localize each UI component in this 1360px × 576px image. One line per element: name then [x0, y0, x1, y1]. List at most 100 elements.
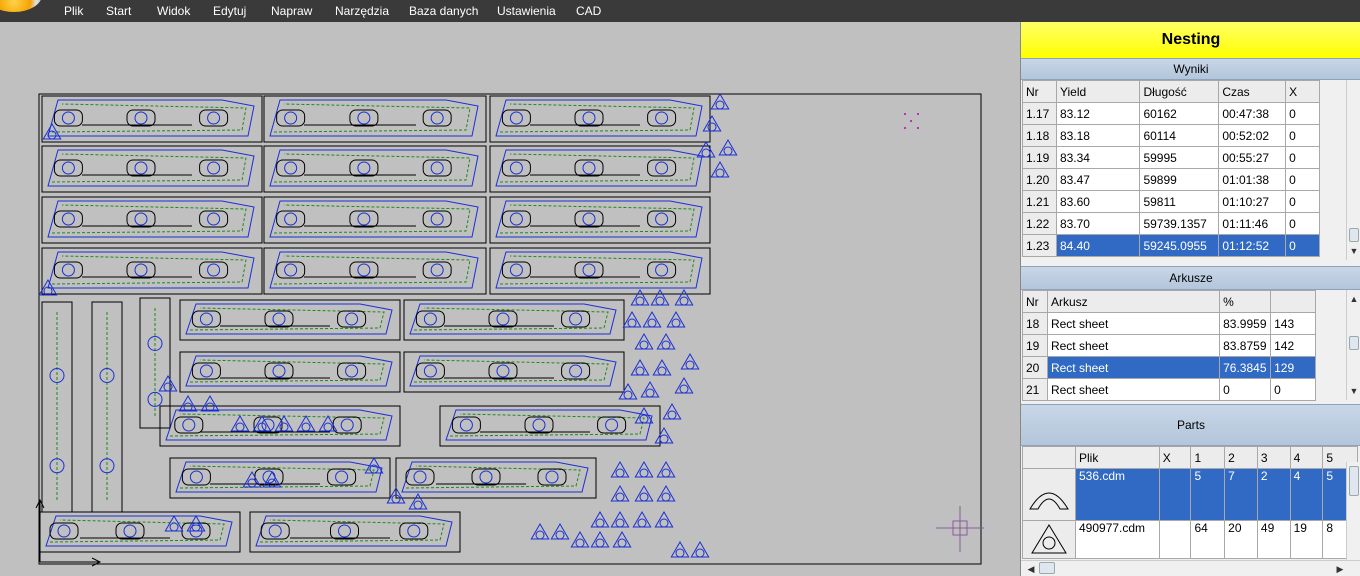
sheets-table[interactable]: Nr Arkusz % 18 Rect sheet 83.9959 143 19 Rect…: [1022, 290, 1316, 401]
col-czas[interactable]: Czas: [1218, 80, 1287, 103]
results-row[interactable]: 1.18 83.18 60114 00:52:02 0: [1022, 124, 1320, 147]
col-parts-1[interactable]: 1: [1190, 446, 1226, 469]
menu-ustawienia[interactable]: Ustawienia: [497, 4, 556, 18]
triangle-hole: [555, 530, 565, 540]
col-count[interactable]: [1270, 290, 1316, 313]
part-hole: [509, 212, 523, 226]
triangle-hole: [671, 318, 681, 328]
menu-narzedzia[interactable]: Narzędzia: [335, 4, 389, 18]
parts-scroll-thumb[interactable]: [1349, 466, 1359, 496]
part-hole: [479, 470, 493, 484]
col-x[interactable]: X: [1285, 80, 1320, 103]
triangle-hole: [659, 434, 669, 444]
results-header: Wyniki: [1021, 58, 1360, 80]
sheets-row[interactable]: 21 Rect sheet 0 0: [1022, 378, 1316, 401]
parts-hscroll-thumb[interactable]: [1039, 562, 1055, 574]
parts-row[interactable]: 490977.cdm 64 20 49 19 8: [1022, 520, 1358, 559]
col-parts-2[interactable]: 2: [1224, 446, 1258, 469]
col-yield[interactable]: Yield: [1055, 80, 1141, 103]
magenta-marker-icon: [904, 113, 919, 129]
triangle-hole: [413, 500, 423, 510]
menu-baza-danych[interactable]: Baza danych: [409, 4, 478, 18]
parts-cell-c3: 2: [1256, 468, 1291, 521]
part-hole: [61, 161, 75, 175]
menu-start[interactable]: Start: [106, 4, 131, 18]
results-row[interactable]: 1.20 83.47 59899 01:01:38 0: [1022, 168, 1320, 191]
sheets-row[interactable]: 20 Rect sheet 76.3845 129: [1022, 356, 1316, 379]
scroll-down-icon[interactable]: ▼: [1347, 384, 1360, 398]
triangle-hole: [615, 518, 625, 528]
col-nr[interactable]: Nr: [1022, 80, 1057, 103]
part-triangle-thumbnail-icon: [1031, 524, 1067, 554]
col-parts-x[interactable]: X: [1158, 446, 1192, 469]
part-hole: [284, 263, 298, 277]
triangle-hole: [685, 360, 695, 370]
panel-title: Nesting: [1021, 22, 1360, 58]
parts-row[interactable]: 536.cdm 5 7 2 4 5: [1022, 468, 1358, 521]
results-table[interactable]: Nr Yield Długość Czas X 1.17 83.12 60162 00…: [1022, 80, 1320, 257]
part-hole: [134, 212, 148, 226]
col-dlugosc[interactable]: Długość: [1139, 80, 1220, 103]
results-row[interactable]: 1.21 83.60 59811 01:10:27 0: [1022, 190, 1320, 213]
sheets-cell-nr: 20: [1022, 356, 1048, 379]
parts-cell-plik: 536.cdm: [1075, 468, 1160, 521]
results-scroll-thumb[interactable]: [1349, 228, 1359, 242]
results-row[interactable]: 1.17 83.12 60162 00:47:38 0: [1022, 102, 1320, 125]
scroll-right-icon[interactable]: ▶: [1333, 562, 1347, 576]
part-hole: [569, 364, 583, 378]
part-frame: [41, 196, 263, 244]
col-percent[interactable]: %: [1219, 290, 1272, 313]
vertical-hole: [99, 458, 115, 474]
part-hole: [407, 524, 421, 538]
sheets-cell-nr: 21: [1022, 378, 1048, 401]
part-frame: [263, 145, 487, 193]
menu-bar: Plik Start Widok Edytuj Napraw Narzędzia…: [0, 0, 1360, 22]
results-row[interactable]: 1.19 83.34 59995 00:55:27 0: [1022, 146, 1320, 169]
part-hole: [582, 263, 596, 277]
part-frame: [41, 145, 263, 193]
results-cell-czas: 01:12:52: [1218, 234, 1287, 257]
col-arkusz[interactable]: Arkusz: [1046, 290, 1221, 313]
results-scrollbar[interactable]: ▼: [1346, 80, 1360, 260]
results-row[interactable]: 1.23 84.40 59245.0955 01:12:52 0: [1022, 234, 1320, 257]
nesting-drawing: [35, 93, 984, 567]
part-hole: [430, 111, 444, 125]
part-toolpath: [51, 153, 247, 183]
triangle-hole: [615, 468, 625, 478]
results-row[interactable]: 1.22 83.70 59739.1357 01:11:46 0: [1022, 212, 1320, 235]
part-hole: [134, 263, 148, 277]
parts-cell-c3: 49: [1256, 520, 1291, 559]
triangle-hole: [535, 530, 545, 540]
parts-hscrollbar[interactable]: ◀ ▶: [1021, 560, 1360, 576]
sheets-row[interactable]: 19 Rect sheet 83.8759 142: [1022, 334, 1316, 357]
menu-edytuj[interactable]: Edytuj: [213, 4, 246, 18]
results-cell-yield: 83.12: [1055, 102, 1141, 125]
scroll-left-icon[interactable]: ◀: [1024, 562, 1038, 576]
menu-cad[interactable]: CAD: [576, 4, 601, 18]
col-plik[interactable]: Plik: [1075, 446, 1160, 469]
scroll-down-icon[interactable]: ▼: [1347, 244, 1360, 258]
menu-napraw[interactable]: Napraw: [271, 4, 312, 18]
sheets-scrollbar[interactable]: ▲ ▼: [1346, 290, 1360, 400]
sheets-scroll-thumb[interactable]: [1349, 336, 1359, 350]
menu-widok[interactable]: Widok: [157, 4, 190, 18]
sheets-cell-arkusz: Rect sheet: [1046, 378, 1221, 401]
nesting-canvas[interactable]: [0, 22, 1020, 576]
col-parts-3[interactable]: 3: [1256, 446, 1291, 469]
parts-table[interactable]: Plik X 1 2 3 4 5 536.cdm 5 7 2 4 5 490977.cdm 6…: [1022, 446, 1358, 559]
parts-scrollbar[interactable]: [1346, 462, 1360, 560]
results-cell-czas: 00:52:02: [1218, 124, 1287, 147]
app-orb-icon[interactable]: [0, 0, 42, 12]
part-toolpath: [499, 204, 695, 234]
part-hole: [189, 470, 203, 484]
sheets-row[interactable]: 18 Rect sheet 83.9959 143: [1022, 312, 1316, 335]
scroll-up-icon[interactable]: ▲: [1347, 292, 1360, 306]
results-cell-yield: 83.18: [1055, 124, 1141, 147]
col-parts-4[interactable]: 4: [1289, 446, 1324, 469]
col-sheet-nr[interactable]: Nr: [1022, 290, 1048, 313]
part-hole: [413, 470, 427, 484]
sheets-cell-count: 129: [1270, 356, 1316, 379]
menu-plik[interactable]: Plik: [64, 4, 83, 18]
results-cell-dlugosc: 60114: [1139, 124, 1220, 147]
part-hole: [545, 470, 559, 484]
